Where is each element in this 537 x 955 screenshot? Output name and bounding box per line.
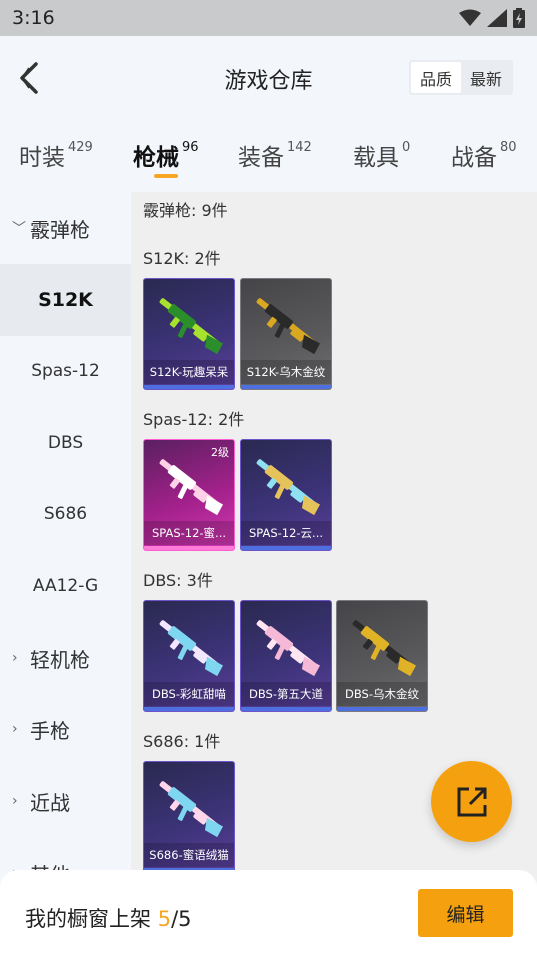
sort-toggle: 品质 最新 bbox=[409, 60, 513, 95]
sidebar-group-melee[interactable]: › 近战 bbox=[0, 765, 131, 837]
showcase-total: /5 bbox=[171, 907, 192, 931]
sidebar-group-lmg[interactable]: › 轻机枪 bbox=[0, 622, 131, 694]
level-badge: 2级 bbox=[211, 446, 229, 459]
weapon-type-sidebar: ﹀ 霰弹枪 S12K Spas-12 DBS S686 AA12-G › 轻机枪 ›… bbox=[0, 192, 131, 882]
section-title: DBS: 3件 bbox=[143, 571, 213, 590]
tab-firearms[interactable]: 枪械 96 bbox=[133, 138, 199, 172]
showcase-status: 我的橱窗上架 5/5 bbox=[25, 907, 192, 931]
category-header: 霰弹枪: 9件 bbox=[143, 201, 228, 220]
skin-card[interactable]: S686-蜜语绒猫 bbox=[143, 761, 235, 873]
shotgun-image bbox=[159, 298, 224, 355]
sort-option-quality[interactable]: 品质 bbox=[411, 62, 461, 93]
showcase-count: 5 bbox=[157, 907, 172, 931]
section-title: Spas-12: 2件 bbox=[143, 410, 245, 429]
shotgun-image bbox=[352, 620, 417, 677]
shotgun-image bbox=[256, 620, 321, 677]
skin-card[interactable]: S12K-玩趣呆呆 bbox=[143, 278, 235, 390]
shotgun-image bbox=[159, 459, 224, 516]
chevron-down-icon: ﹀ bbox=[12, 221, 26, 237]
shotgun-image bbox=[159, 620, 224, 677]
skin-card[interactable]: 2级 SPAS-12-蜜... bbox=[143, 439, 235, 551]
shotgun-image bbox=[256, 298, 321, 355]
section-title: S12K: 2件 bbox=[143, 249, 221, 268]
skin-card[interactable]: SPAS-12-云... bbox=[240, 439, 332, 551]
shotgun-image bbox=[159, 781, 224, 838]
skin-card[interactable]: DBS-第五大道 bbox=[240, 600, 332, 712]
sidebar-group-shotgun[interactable]: ﹀ 霰弹枪 bbox=[0, 192, 131, 264]
section-title: S686: 1件 bbox=[143, 732, 221, 751]
sidebar-item-spas12[interactable]: Spas-12 bbox=[0, 335, 131, 407]
sidebar-item-aa12g[interactable]: AA12-G bbox=[0, 550, 131, 622]
chevron-right-icon: › bbox=[12, 793, 18, 809]
sort-option-latest[interactable]: 最新 bbox=[461, 62, 511, 93]
sidebar-item-s686[interactable]: S686 bbox=[0, 478, 131, 550]
skin-card[interactable]: DBS-乌木金纹 bbox=[336, 600, 428, 712]
skin-card[interactable]: DBS-彩虹甜喵 bbox=[143, 600, 235, 712]
skin-card[interactable]: S12K-乌木金纹 bbox=[240, 278, 332, 390]
status-time: 3:16 bbox=[12, 7, 55, 29]
share-fab[interactable] bbox=[431, 761, 512, 842]
sidebar-group-pistol[interactable]: › 手枪 bbox=[0, 693, 131, 765]
chevron-right-icon: › bbox=[12, 721, 18, 737]
category-tabs: 时装 429 枪械 96 装备 142 载具 0 战备 80 bbox=[0, 120, 537, 192]
shotgun-image bbox=[256, 459, 321, 516]
header: 游戏仓库 品质 最新 bbox=[0, 36, 537, 120]
showcase-footer: 我的橱窗上架 5/5 编辑 bbox=[0, 870, 537, 955]
status-bar: 3:16 bbox=[0, 0, 537, 36]
sidebar-item-dbs[interactable]: DBS bbox=[0, 407, 131, 479]
active-tab-indicator bbox=[154, 174, 178, 178]
tab-supplies[interactable]: 战备 80 bbox=[451, 138, 517, 172]
wifi-icon bbox=[459, 9, 481, 26]
share-icon bbox=[457, 787, 486, 816]
tab-fashion[interactable]: 时装 429 bbox=[19, 138, 93, 172]
tab-vehicles[interactable]: 载具 0 bbox=[353, 138, 410, 172]
chevron-right-icon: › bbox=[12, 650, 18, 666]
edit-button[interactable]: 编辑 bbox=[418, 889, 513, 937]
battery-charging-icon bbox=[513, 8, 525, 28]
tab-equipment[interactable]: 装备 142 bbox=[238, 138, 312, 172]
sidebar-item-s12k[interactable]: S12K bbox=[0, 264, 131, 336]
signal-icon bbox=[487, 9, 507, 27]
